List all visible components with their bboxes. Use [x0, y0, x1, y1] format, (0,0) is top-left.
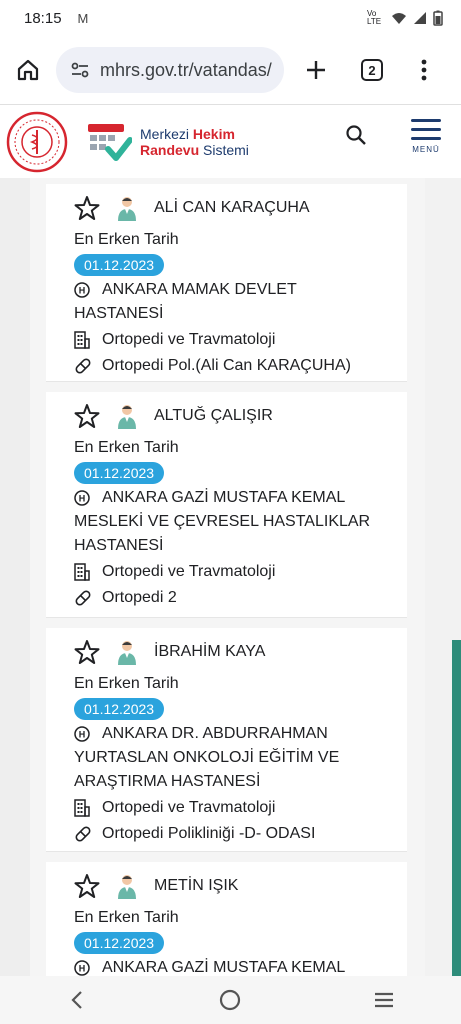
doctor-card[interactable]: İBRAHİM KAYA En Erken Tarih 01.12.2023 H…	[46, 628, 407, 852]
favorite-star-icon[interactable]	[74, 195, 100, 221]
earliest-date-badge: 01.12.2023	[74, 462, 165, 484]
battery-icon	[433, 10, 443, 26]
hospital-name: ANKARA GAZİ MUSTAFA KEMAL	[102, 959, 346, 976]
site-search-button[interactable]	[344, 123, 374, 153]
hospital-name-cont: HASTANESİ	[74, 537, 164, 554]
back-button[interactable]	[47, 976, 107, 1024]
earliest-date-label: En Erken Tarih	[74, 675, 179, 692]
department-building-icon	[74, 563, 90, 581]
favorite-star-icon[interactable]	[74, 873, 100, 899]
department-name: Ortopedi ve Travmatoloji	[102, 799, 276, 816]
department-building-icon	[74, 799, 90, 817]
brand-name: Merkezi Hekim Randevu Sistemi	[140, 126, 249, 158]
status-time: 18:15	[24, 9, 62, 27]
results-list[interactable]: ALİ CAN KARAÇUHA En Erken Tarih 01.12.20…	[0, 178, 461, 976]
doctor-avatar-icon	[118, 405, 136, 429]
department-name: Ortopedi ve Travmatoloji	[102, 563, 276, 580]
site-header: Merkezi Hekim Randevu Sistemi MENÜ	[0, 104, 461, 178]
browser-toolbar: mhrs.gov.tr/vatandas/ 2	[0, 36, 461, 104]
doctor-card[interactable]: ALİ CAN KARAÇUHA En Erken Tarih 01.12.20…	[46, 184, 407, 382]
earliest-date-badge: 01.12.2023	[74, 254, 165, 276]
svg-text:H: H	[79, 286, 86, 296]
svg-text:H: H	[79, 964, 86, 974]
site-menu-button[interactable]: MENÜ	[406, 113, 446, 165]
doctor-avatar-icon	[118, 641, 136, 665]
brand-logo[interactable]: Merkezi Hekim Randevu Sistemi	[86, 122, 249, 162]
system-nav-bar	[0, 976, 461, 1024]
doctor-name: ALTUĞ ÇALIŞIR	[154, 407, 273, 424]
earliest-date-badge: 01.12.2023	[74, 698, 165, 720]
doctor-name: ALİ CAN KARAÇUHA	[154, 199, 310, 216]
hospital-name: ANKARA MAMAK DEVLET	[102, 281, 297, 298]
more-vert-icon	[421, 59, 427, 81]
hospital-name-cont: YURTASLAN ONKOLOJİ EĞİTİM VE	[74, 749, 340, 766]
recents-icon	[375, 992, 394, 1008]
doctor-avatar-icon	[118, 875, 136, 899]
favorite-star-icon[interactable]	[74, 403, 100, 429]
tab-count: 2	[361, 59, 383, 81]
signal-icon	[414, 12, 426, 24]
hospital-name-cont: HASTANESİ	[74, 305, 164, 322]
hospital-icon: H	[74, 490, 90, 506]
clinic-pill-icon	[75, 358, 91, 374]
clinic-name: Ortopedi 2	[102, 589, 177, 606]
home-circle-icon	[220, 989, 241, 1011]
clinic-name: Ortopedi Polikliniği -D- ODASI	[102, 825, 316, 842]
hospital-name: ANKARA GAZİ MUSTAFA KEMAL	[102, 489, 346, 506]
department-name: Ortopedi ve Travmatoloji	[102, 331, 276, 348]
hospital-icon: H	[74, 960, 90, 976]
address-bar[interactable]: mhrs.gov.tr/vatandas/	[56, 47, 284, 93]
doctor-name: İBRAHİM KAYA	[154, 643, 266, 660]
doctor-card[interactable]: METİN IŞIK En Erken Tarih 01.12.2023 H A…	[46, 862, 407, 976]
earliest-date-label: En Erken Tarih	[74, 909, 179, 926]
brand-line1-b: Hekim	[192, 125, 235, 142]
hospital-name: ANKARA DR. ABDURRAHMAN	[102, 725, 328, 742]
favorite-star-icon[interactable]	[74, 639, 100, 665]
menu-label: MENÜ	[412, 145, 440, 154]
svg-text:H: H	[79, 730, 86, 740]
ministry-seal-logo[interactable]	[6, 111, 68, 173]
volte-icon: Vo LTE	[367, 9, 382, 26]
clinic-name: Ortopedi Pol.(Ali Can KARAÇUHA)	[102, 357, 351, 374]
status-icons: Vo LTE	[367, 10, 443, 26]
brand-line2-b: Sistemi	[199, 141, 249, 158]
hospital-icon: H	[74, 282, 90, 298]
earliest-date-label: En Erken Tarih	[74, 231, 179, 248]
site-settings-icon[interactable]	[70, 60, 90, 80]
earliest-date-badge: 01.12.2023	[74, 932, 165, 954]
department-building-icon	[74, 331, 90, 349]
hospital-name-cont: ARAŞTIRMA HASTANESİ	[74, 773, 261, 790]
gmail-notification-icon: M	[77, 10, 89, 26]
tab-switcher-button[interactable]: 2	[344, 42, 400, 98]
brand-line2-a: Randevu	[140, 141, 200, 158]
back-chevron-icon	[71, 991, 82, 1009]
home-button[interactable]	[0, 42, 56, 98]
plus-icon	[307, 61, 325, 79]
doctor-card[interactable]: ALTUĞ ÇALIŞIR En Erken Tarih 01.12.2023 …	[46, 392, 407, 618]
clinic-pill-icon	[75, 590, 91, 606]
recents-button[interactable]	[354, 976, 414, 1024]
hospital-name-cont: MESLEKİ VE ÇEVRESEL HASTALIKLAR	[74, 513, 371, 530]
svg-text:H: H	[79, 494, 86, 504]
url-text: mhrs.gov.tr/vatandas/	[100, 59, 272, 80]
brand-line1-a: Merkezi	[140, 125, 193, 142]
browser-menu-button[interactable]	[400, 42, 448, 98]
home-nav-button[interactable]	[200, 976, 260, 1024]
doctor-name: METİN IŞIK	[154, 877, 239, 894]
status-bar: 18:15 M Vo LTE	[0, 0, 461, 36]
search-icon	[346, 125, 366, 145]
hamburger-icon	[411, 119, 441, 122]
scrollbar-thumb[interactable]	[452, 640, 461, 976]
home-icon	[17, 59, 39, 81]
doctor-avatar-icon	[118, 197, 136, 221]
earliest-date-label: En Erken Tarih	[74, 439, 179, 456]
hospital-icon: H	[74, 726, 90, 742]
clinic-pill-icon	[75, 826, 91, 842]
mhrs-logo-icon	[88, 123, 132, 161]
new-tab-button[interactable]	[288, 42, 344, 98]
wifi-icon	[392, 13, 406, 24]
